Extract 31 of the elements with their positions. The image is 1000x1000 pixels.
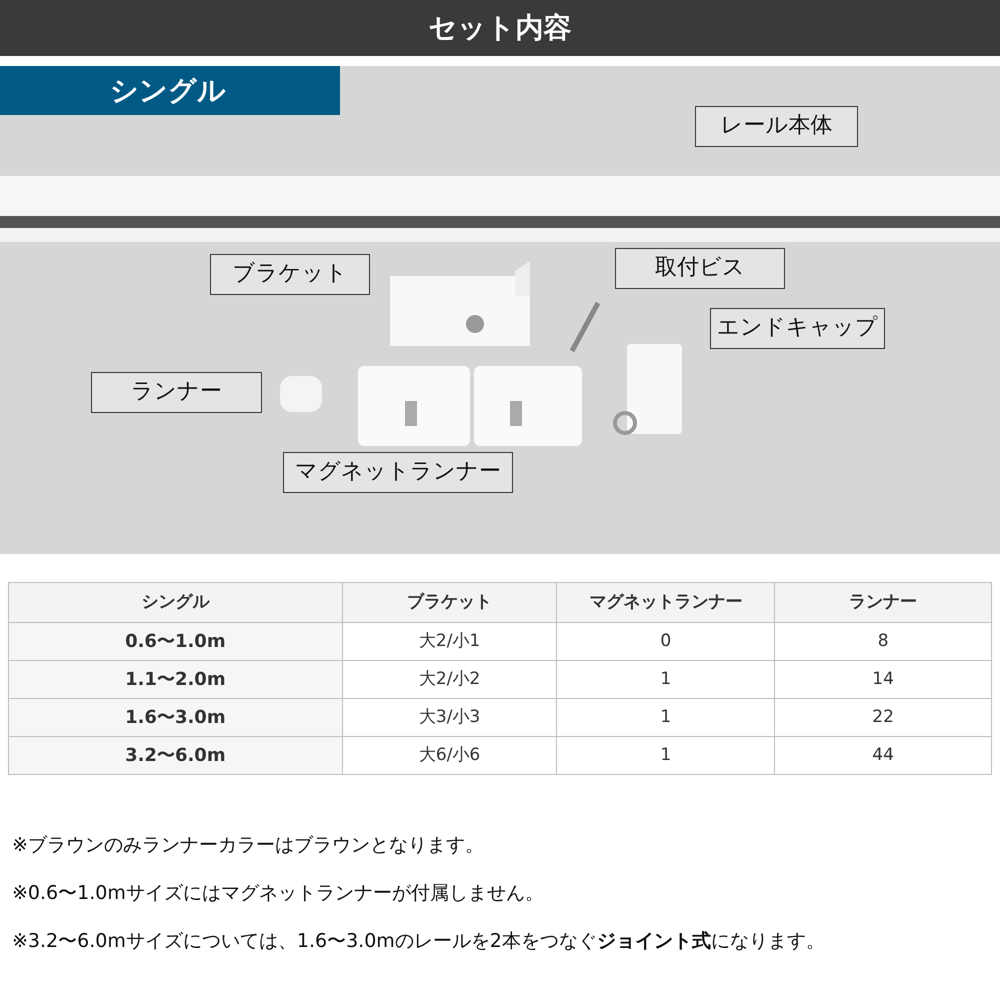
section-title: シングル <box>0 66 340 115</box>
row-header: 1.6〜3.0m <box>8 698 342 736</box>
table-cell: 1 <box>556 660 775 698</box>
column-header: マグネットランナー <box>556 582 775 622</box>
table-cell: 1 <box>556 736 775 774</box>
callout-label: レール本体 <box>695 106 858 147</box>
column-header: シングル <box>8 582 342 622</box>
page-title: セット内容 <box>428 10 572 46</box>
note-text: ※3.2〜6.0mサイズについては、1.6〜3.0mのレールを2本をつなぐジョイント式になります。 <box>12 929 826 953</box>
table-cell: 0 <box>556 622 775 660</box>
callout-label: マグネットランナー <box>283 452 513 493</box>
table-cell: 大3/小3 <box>342 698 557 736</box>
row-header: 1.1〜2.0m <box>8 660 342 698</box>
callout-label: 取付ビス <box>615 248 785 289</box>
column-header: ランナー <box>774 582 992 622</box>
note-text: ※0.6〜1.0mサイズにはマグネットランナーが付属しません。 <box>12 881 545 905</box>
table-cell: 22 <box>774 698 992 736</box>
row-header: 0.6〜1.0m <box>8 622 342 660</box>
table-cell: 44 <box>774 736 992 774</box>
callout-label: ブラケット <box>210 254 370 295</box>
table-cell: 1 <box>556 698 775 736</box>
table-cell: 大6/小6 <box>342 736 557 774</box>
table-cell: 8 <box>774 622 992 660</box>
column-header: ブラケット <box>342 582 557 622</box>
table-cell: 14 <box>774 660 992 698</box>
callout-label: ランナー <box>91 372 262 413</box>
callout-label: エンドキャップ <box>710 308 885 349</box>
table-cell: 大2/小2 <box>342 660 557 698</box>
table-cell: 大2/小1 <box>342 622 557 660</box>
note-text: ※ブラウンのみランナーカラーはブラウンとなります。 <box>12 833 485 857</box>
row-header: 3.2〜6.0m <box>8 736 342 774</box>
